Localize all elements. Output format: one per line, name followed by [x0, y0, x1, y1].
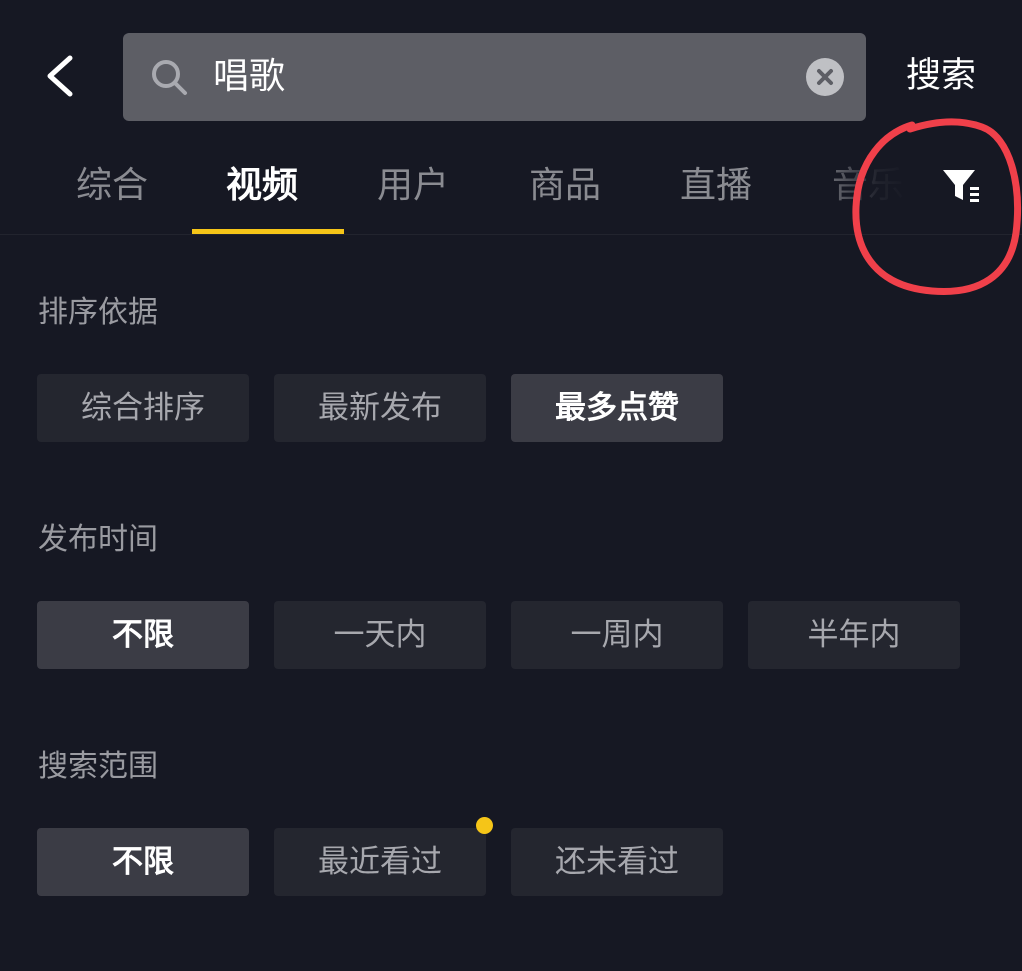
search-icon: [152, 60, 187, 95]
section-title-search-scope: 搜索范围: [38, 749, 158, 784]
tab-live[interactable]: 直播: [680, 162, 752, 210]
chip-sort-most-liked[interactable]: 最多点赞: [511, 374, 723, 442]
chip-time-half-year[interactable]: 半年内: [748, 601, 960, 669]
search-input[interactable]: 唱歌: [213, 55, 285, 99]
chip-scope-not-viewed[interactable]: 还未看过: [511, 828, 723, 896]
chip-time-unlimited[interactable]: 不限: [37, 601, 249, 669]
search-button[interactable]: 搜索: [906, 52, 976, 100]
chip-scope-unlimited[interactable]: 不限: [37, 828, 249, 896]
section-title-publish-time: 发布时间: [38, 522, 158, 557]
chip-scope-recently-viewed[interactable]: 最近看过: [274, 828, 486, 896]
filter-button[interactable]: [940, 164, 984, 208]
clear-search-button[interactable]: [806, 58, 844, 96]
tab-users[interactable]: 用户: [377, 162, 449, 210]
filter-icon: [943, 170, 979, 202]
chevron-left-icon: [47, 55, 73, 97]
chip-sort-newest[interactable]: 最新发布: [274, 374, 486, 442]
category-tabs: 综合 视频 用户 商品 直播 音乐: [0, 150, 1022, 235]
tab-products[interactable]: 商品: [529, 162, 601, 210]
section-title-sort: 排序依据: [38, 295, 158, 330]
active-tab-indicator: [192, 229, 344, 234]
tab-video[interactable]: 视频: [226, 162, 298, 210]
back-button[interactable]: [40, 52, 84, 100]
chip-time-one-day[interactable]: 一天内: [274, 601, 486, 669]
tab-comprehensive[interactable]: 综合: [76, 162, 148, 210]
new-badge-dot: [476, 817, 493, 834]
chip-sort-comprehensive[interactable]: 综合排序: [37, 374, 249, 442]
close-icon: [817, 69, 833, 85]
tab-music[interactable]: 音乐: [832, 162, 904, 210]
chip-time-one-week[interactable]: 一周内: [511, 601, 723, 669]
search-bar[interactable]: 唱歌: [123, 33, 866, 121]
